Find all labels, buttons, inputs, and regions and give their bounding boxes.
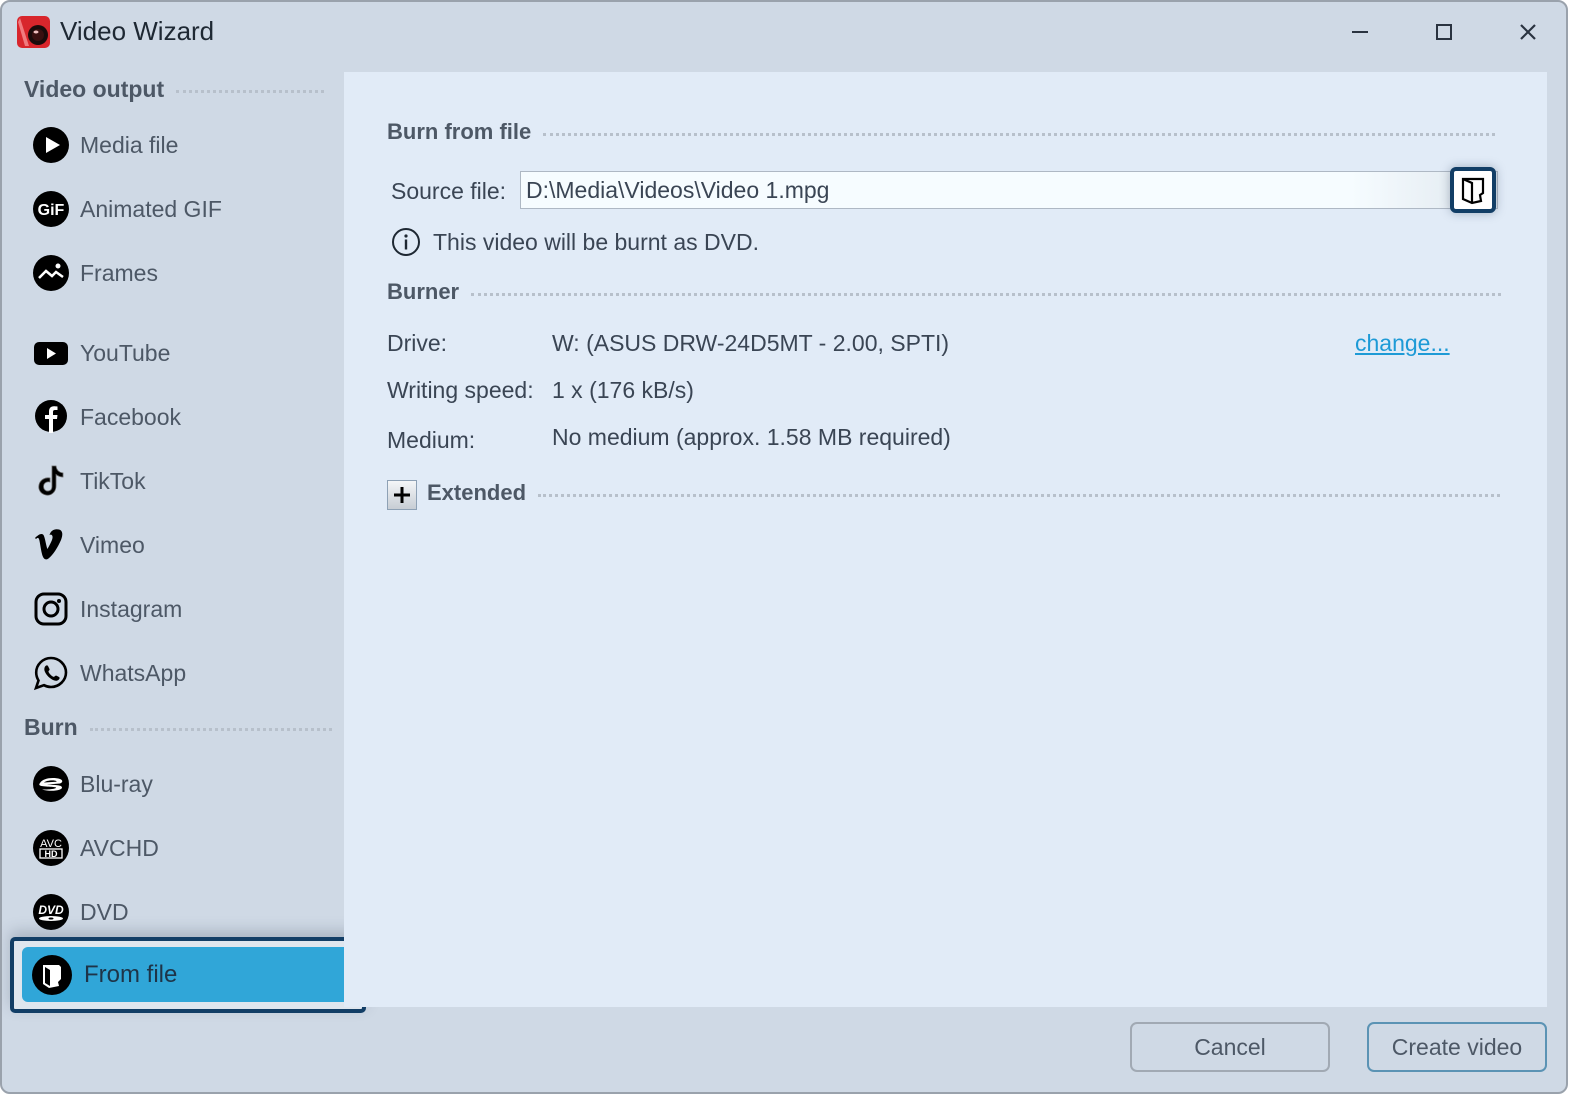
sidebar-item-tiktok[interactable]: TikTok xyxy=(32,456,146,506)
sidebar-item-vimeo[interactable]: Vimeo xyxy=(32,520,145,570)
sidebar-item-blu-ray[interactable]: Blu-ray xyxy=(32,759,153,809)
sidebar-item-label: AVCHD xyxy=(80,834,159,861)
sidebar-item-label: WhatsApp xyxy=(80,659,187,686)
extended-expand-button[interactable] xyxy=(387,480,417,510)
writing-speed-label: Writing speed: xyxy=(387,377,534,403)
video-wizard-window: Video Wizard Video output Media file GiF… xyxy=(0,0,1568,1094)
avchd-icon: AVC HD xyxy=(32,829,70,867)
close-button[interactable] xyxy=(1508,16,1548,48)
whatsapp-icon xyxy=(32,654,70,692)
sidebar-item-youtube[interactable]: YouTube xyxy=(32,328,170,378)
section-heading-burn-from-file: Burn from file xyxy=(387,119,1496,145)
sidebar-item-label: Animated GIF xyxy=(80,195,222,222)
sidebar-item-label: Instagram xyxy=(80,595,183,622)
sidebar-item-avchd[interactable]: AVC HD AVCHD xyxy=(32,823,159,873)
info-text: This video will be burnt as DVD. xyxy=(433,228,759,255)
source-file-input[interactable] xyxy=(520,171,1498,209)
section-heading-extended: Extended xyxy=(427,480,1501,506)
section-heading-label: Burn xyxy=(24,714,78,740)
window-title: Video Wizard xyxy=(60,16,215,46)
svg-text:GiF: GiF xyxy=(38,202,65,219)
sidebar-item-from-file[interactable]: From file xyxy=(22,947,356,1002)
divider xyxy=(538,493,1501,497)
section-heading-label: Burn from file xyxy=(387,119,532,144)
vimeo-icon xyxy=(32,526,70,564)
divider xyxy=(543,132,1496,136)
main-panel: Burn from file Source file: This video w… xyxy=(344,72,1547,1007)
info-icon xyxy=(392,228,420,256)
sidebar-item-label: YouTube xyxy=(80,339,171,366)
source-file-label: Source file: xyxy=(391,178,507,204)
instagram-icon xyxy=(32,590,70,628)
sidebar-item-label: From file xyxy=(84,960,178,988)
sidebar-item-frames[interactable]: Frames xyxy=(32,248,158,298)
dvd-icon: DVD xyxy=(32,893,70,931)
gif-icon: GiF xyxy=(32,190,70,228)
svg-text:HD: HD xyxy=(45,849,58,859)
divider xyxy=(176,90,325,93)
maximize-icon xyxy=(1436,24,1452,40)
sidebar-item-label: Frames xyxy=(80,259,158,286)
sidebar-item-label: TikTok xyxy=(80,467,146,494)
svg-text:DVD: DVD xyxy=(38,903,64,917)
sidebar-item-label: Media file xyxy=(80,131,179,158)
sidebar-item-label: Blu-ray xyxy=(80,770,153,797)
minimize-button[interactable] xyxy=(1340,16,1380,48)
close-icon xyxy=(1520,24,1536,40)
drive-value: W: (ASUS DRW-24D5MT - 2.00, SPTI) xyxy=(552,330,950,356)
info-message: This video will be burnt as DVD. xyxy=(391,227,759,257)
sidebar-item-media-file[interactable]: Media file xyxy=(32,120,178,170)
youtube-icon xyxy=(32,334,70,372)
divider xyxy=(471,292,1502,296)
sidebar-item-facebook[interactable]: Facebook xyxy=(32,392,181,442)
cancel-button[interactable]: Cancel xyxy=(1130,1022,1330,1072)
medium-label: Medium: xyxy=(387,427,476,453)
medium-value: No medium (approx. 1.58 MB required) xyxy=(552,424,951,450)
sidebar-item-label: Facebook xyxy=(80,403,182,430)
section-heading-label: Burner xyxy=(387,279,460,304)
maximize-button[interactable] xyxy=(1424,16,1464,48)
sidebar-item-animated-gif[interactable]: GiF Animated GIF xyxy=(32,184,222,234)
section-heading-burner: Burner xyxy=(387,279,1502,305)
change-drive-link[interactable]: change... xyxy=(1355,330,1450,357)
create-video-button[interactable]: Create video xyxy=(1367,1022,1547,1072)
divider xyxy=(89,728,332,731)
browse-file-button[interactable] xyxy=(1450,167,1496,213)
sidebar-item-label: DVD xyxy=(80,898,129,925)
sidebar-item-from-file-focus: From file xyxy=(10,937,366,1013)
play-circle-icon xyxy=(32,126,70,164)
drive-label: Drive: xyxy=(387,330,448,356)
title-bar: Video Wizard xyxy=(2,2,1566,70)
open-file-icon xyxy=(32,954,72,995)
app-logo-icon xyxy=(17,16,50,48)
open-file-icon xyxy=(1461,177,1485,205)
sidebar-item-dvd[interactable]: DVD DVD xyxy=(32,887,129,937)
section-heading-burn: Burn xyxy=(24,714,332,741)
tiktok-icon xyxy=(32,462,70,500)
writing-speed-value: 1 x (176 kB/s) xyxy=(552,377,694,403)
sidebar-item-whatsapp[interactable]: WhatsApp xyxy=(32,648,186,698)
facebook-icon xyxy=(32,398,70,436)
plus-icon xyxy=(394,487,410,503)
section-heading-video-output: Video output xyxy=(24,76,325,103)
section-heading-label: Extended xyxy=(427,480,527,505)
bluray-icon xyxy=(32,765,70,803)
minimize-icon xyxy=(1352,31,1368,33)
sidebar-item-instagram[interactable]: Instagram xyxy=(32,584,182,634)
image-icon xyxy=(32,254,70,292)
sidebar-item-label: Vimeo xyxy=(80,531,145,558)
section-heading-label: Video output xyxy=(24,76,165,102)
